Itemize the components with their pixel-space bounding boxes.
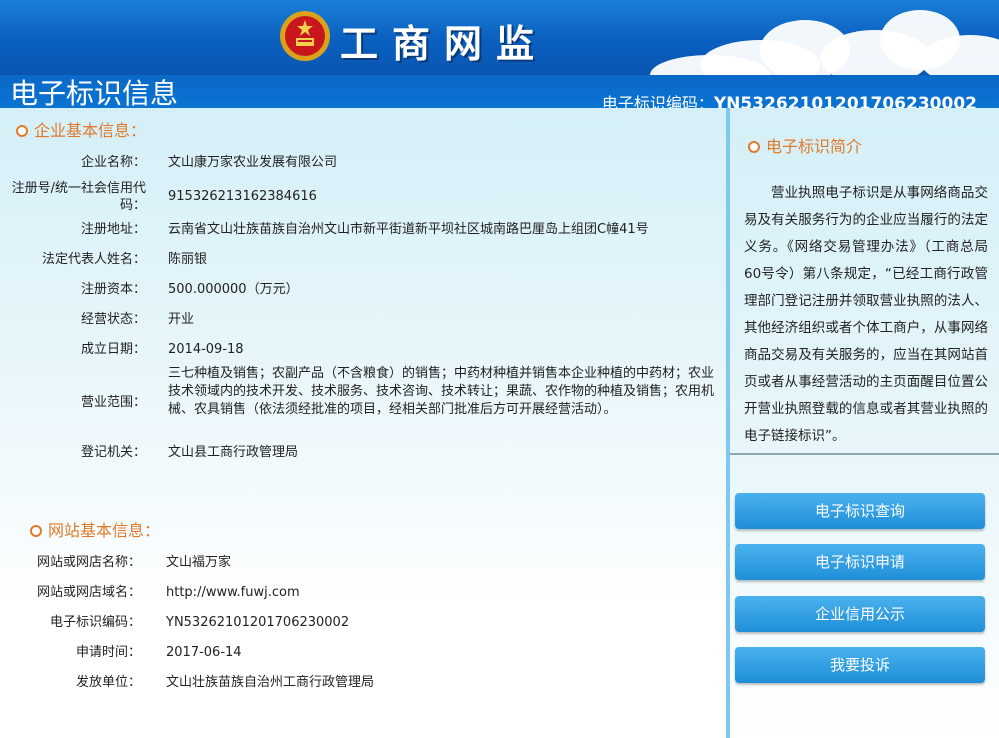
field-value: 2017-06-14 xyxy=(166,645,242,660)
credit-disclosure-button[interactable]: 企业信用公示 xyxy=(735,596,985,632)
field-label: 申请时间： xyxy=(75,645,141,660)
enterprise-section-title: 企业基本信息： xyxy=(16,117,146,141)
field-row: 电子标识编码： YN53262101201706230002 xyxy=(0,614,720,634)
field-row: 注册号/统一社会信用代码： 91532621316238461​6 xyxy=(0,180,720,216)
field-row: 网站或网店域名： http://www.fuwj.com xyxy=(0,584,720,604)
field-value: 文山福万家 xyxy=(166,555,232,570)
bullet-icon xyxy=(748,140,760,153)
query-button[interactable]: 电子标识查询 xyxy=(735,493,985,529)
complaint-button[interactable]: 我要投诉 xyxy=(735,647,985,683)
field-row: 注册地址： 云南省文山壮族苗族自治州文山市新平街道新平坝社区城南路巴厘岛上组团C… xyxy=(0,221,720,241)
field-label: 企业名称： xyxy=(80,155,146,170)
field-label: 注册地址： xyxy=(80,222,146,237)
sidebar-intro-text: 营业执照电子标识是从事网络商品交易及有关服务行为的企业应当履行的法定义务。《网络… xyxy=(744,185,988,444)
field-value: 文山县工商行政管理局 xyxy=(168,445,299,460)
page-title: 电子标识信息 xyxy=(10,77,179,110)
field-label: 网站或网店名称： xyxy=(36,555,141,570)
field-label: 登记机关： xyxy=(80,445,146,460)
field-label: 经营状态： xyxy=(80,312,146,327)
field-row: 登记机关： 文山县工商行政管理局 xyxy=(0,444,720,464)
field-value: 陈丽银 xyxy=(168,252,208,267)
national-emblem-icon xyxy=(280,11,330,61)
field-value: 开业 xyxy=(168,312,195,327)
field-value: 91532621316238461​6 xyxy=(168,189,317,204)
field-value: 文山康万家农业发展有限公司 xyxy=(168,155,338,170)
field-label: 发放单位： xyxy=(75,675,141,690)
banner-title: 工商网监 xyxy=(340,21,549,66)
field-label: 注册号/统一社会信用代码： xyxy=(11,181,146,213)
field-label: 网站或网店域名： xyxy=(36,585,141,600)
field-value: YN53262101201706230002 xyxy=(166,615,350,630)
field-label: 法定代表人姓名： xyxy=(41,252,146,267)
field-row: 经营状态： 开业 xyxy=(0,311,720,331)
sidebar-section-title: 电子标识简介 xyxy=(748,133,862,157)
field-row: 成立日期： 2014-09-18 xyxy=(0,341,720,361)
field-value: 三七种植及销售；农副产品（不含粮食）的销售；中药材种植并销售本企业种植的中药材；… xyxy=(168,366,715,417)
field-row: 法定代表人姓名： 陈丽银 xyxy=(0,251,720,271)
bullet-icon xyxy=(30,524,42,537)
field-row: 企业名称： 文山康万家农业发展有限公司 xyxy=(0,154,720,174)
field-row: 网站或网店名称： 文山福万家 xyxy=(0,554,720,574)
website-domain-link[interactable]: http://www.fuwj.com xyxy=(166,584,300,602)
field-label: 注册资本： xyxy=(80,282,146,297)
field-row: 注册资本： 500.000000（万元） xyxy=(0,281,720,301)
apply-button[interactable]: 电子标识申请 xyxy=(735,544,985,580)
website-section-title: 网站基本信息： xyxy=(30,517,160,541)
sidebar-divider xyxy=(730,453,999,455)
bullet-icon xyxy=(16,124,28,137)
field-value: 500.000000（万元） xyxy=(168,282,299,297)
field-row: 申请时间： 2017-06-14 xyxy=(0,644,720,664)
field-row: 营业范围： 三七种植及销售；农副产品（不含粮食）的销售；中药材种植并销售本企业种… xyxy=(0,365,720,441)
field-value: 云南省文山壮族苗族自治州文山市新平街道新平坝社区城南路巴厘岛上组团C幢41号 xyxy=(168,222,649,237)
field-value: 文山壮族苗族自治州工商行政管理局 xyxy=(166,675,375,690)
field-row: 发放单位： 文山壮族苗族自治州工商行政管理局 xyxy=(0,674,720,694)
field-value: 2014-09-18 xyxy=(168,342,244,357)
field-label: 营业范围： xyxy=(80,395,146,410)
field-label: 成立日期： xyxy=(80,342,146,357)
field-label: 电子标识编码： xyxy=(49,615,141,630)
header-banner: 工商网监 xyxy=(0,0,999,75)
